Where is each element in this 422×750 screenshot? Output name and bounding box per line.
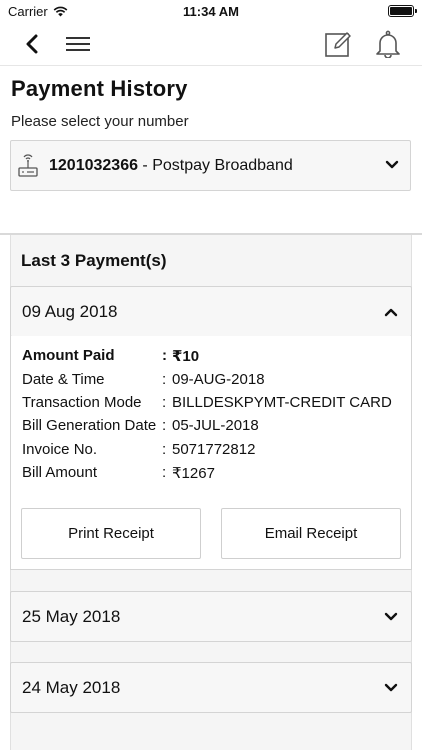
router-icon — [18, 154, 38, 177]
page-title: Payment History — [11, 76, 188, 101]
edit-button[interactable] — [320, 26, 356, 62]
chevron-down-icon — [384, 683, 398, 692]
notifications-button[interactable] — [370, 26, 406, 62]
detail-label: Date & Time — [22, 371, 105, 388]
payments-heading: Last 3 Payment(s) — [21, 251, 167, 270]
payment-date: 09 Aug 2018 — [22, 302, 118, 321]
payment-date: 24 May 2018 — [22, 678, 121, 697]
payment-accordion-header[interactable]: 25 May 2018 — [10, 591, 412, 642]
back-arrow-icon — [26, 34, 38, 54]
detail-separator: : — [162, 464, 167, 481]
detail-value: ₹1267 — [172, 465, 215, 482]
detail-value: ₹10 — [172, 348, 200, 365]
detail-value: BILLDESKPYMT-CREDIT CARD — [172, 394, 392, 411]
edit-note-icon — [325, 32, 351, 57]
detail-label: Transaction Mode — [22, 394, 142, 411]
chevron-up-icon — [384, 308, 398, 317]
detail-separator: : — [162, 347, 167, 364]
menu-button[interactable] — [60, 26, 96, 62]
detail-label: Bill Generation Date — [22, 417, 157, 434]
bell-icon — [376, 30, 400, 58]
selected-number-value: 1201032366 — [49, 157, 138, 174]
chevron-down-icon — [385, 160, 399, 169]
detail-separator: : — [162, 371, 167, 388]
detail-label: Invoice No. — [22, 441, 98, 458]
status-bar: Carrier 11:34 AM — [0, 0, 422, 22]
detail-separator: : — [162, 394, 167, 411]
detail-label: Bill Amount — [22, 464, 98, 481]
number-select-dropdown[interactable]: 1201032366 - Postpay Broadband — [10, 140, 411, 191]
detail-label: Amount Paid — [22, 347, 115, 364]
nav-bar — [0, 22, 422, 66]
detail-value: 05-JUL-2018 — [172, 417, 259, 434]
battery-icon — [388, 5, 417, 17]
chevron-down-icon — [384, 612, 398, 621]
print-receipt-button[interactable]: Print Receipt — [21, 508, 201, 559]
detail-value: 5071772812 — [172, 441, 256, 458]
payment-accordion-header[interactable]: 09 Aug 2018 — [10, 286, 412, 337]
status-time: 11:34 AM — [183, 4, 239, 19]
back-button[interactable] — [14, 26, 50, 62]
detail-separator: : — [162, 441, 167, 458]
selected-number: 1201032366 - Postpay Broadband — [49, 157, 293, 175]
payment-accordion-header[interactable]: 24 May 2018 — [10, 662, 412, 713]
email-receipt-button[interactable]: Email Receipt — [221, 508, 401, 559]
selected-plan: - Postpay Broadband — [137, 157, 293, 174]
hamburger-menu-icon — [66, 37, 90, 51]
detail-separator: : — [162, 417, 167, 434]
payment-details: Amount Paid : ₹10 Date & Time : 09-AUG-2… — [10, 336, 412, 570]
detail-value: 09-AUG-2018 — [172, 371, 265, 388]
payment-date: 25 May 2018 — [22, 607, 121, 626]
select-number-label: Please select your number — [11, 113, 189, 130]
